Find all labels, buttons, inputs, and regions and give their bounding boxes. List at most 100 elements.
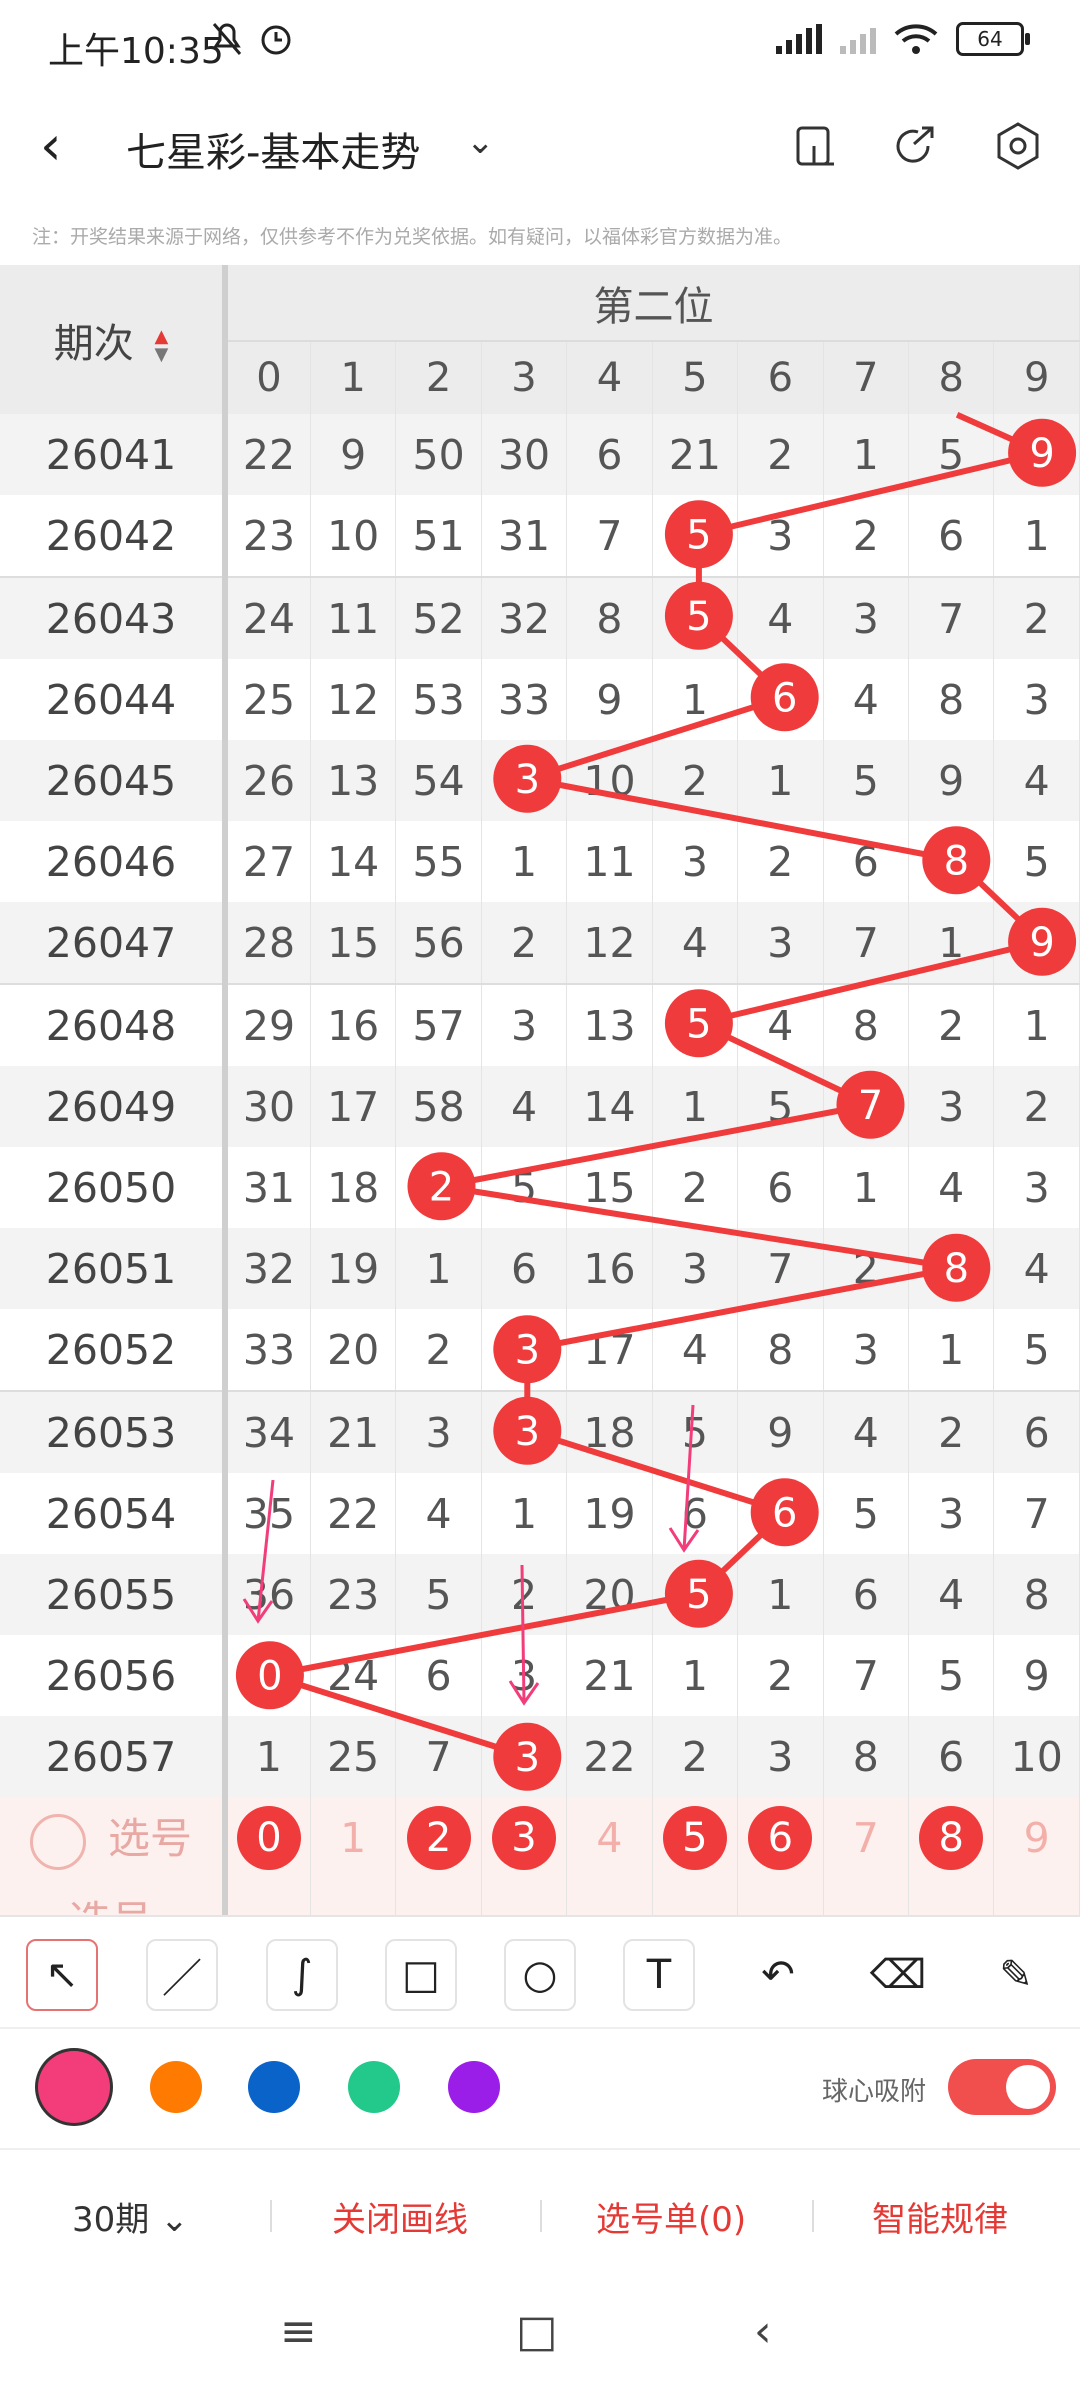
miss-count-cell: 3 (908, 1066, 995, 1147)
select-digit-cell[interactable]: 2 (395, 1797, 482, 1878)
period-cell: 26056 (0, 1635, 228, 1716)
miss-count-cell: 1 (993, 983, 1080, 1066)
share-icon[interactable] (888, 120, 940, 172)
select-digit-cell[interactable] (737, 1878, 824, 1915)
home-icon[interactable]: □ (516, 2306, 558, 2357)
miss-count-cell: 12 (310, 659, 397, 740)
miss-count-cell: 2 (993, 576, 1080, 659)
select-digit-cell[interactable]: 7 (823, 1797, 910, 1878)
chevron-down-icon[interactable]: ⌄ (466, 122, 495, 162)
tool-undo-icon[interactable]: ↶ (742, 1939, 814, 2011)
select-label-text: 选号 (107, 1814, 192, 1864)
pick-list-button[interactable]: 选号单(0) (596, 2192, 746, 2241)
miss-count-cell: 57 (395, 983, 482, 1066)
select-digit-cell[interactable]: 6 (737, 1797, 824, 1878)
tool-freehand-icon[interactable]: ∫ (266, 1939, 338, 2011)
select-digit-cell[interactable] (993, 1878, 1080, 1915)
miss-count-cell: 8 (908, 659, 995, 740)
select-digit-cell[interactable] (566, 1878, 653, 1915)
period-cell: 26049 (0, 1066, 228, 1147)
tool-select-icon[interactable]: ↖ (26, 1939, 98, 2011)
color-swatch[interactable] (448, 2061, 500, 2113)
trend-chart: 期次 ▲ ▼ 第二位 0123456789 26041 22 9 50 30 6 21 2 1 5 9… (0, 265, 1080, 1915)
tool-eraser-icon[interactable]: ⌫ (862, 1939, 934, 2011)
miss-count-cell: 13 (310, 740, 397, 821)
snap-label: 球心吸附 (822, 2077, 927, 2107)
miss-count-cell: 7 (737, 1228, 824, 1309)
miss-count-cell: 7 (908, 576, 995, 659)
select-digit-cell[interactable]: 9 (993, 1797, 1080, 1878)
select-digit-cell[interactable]: 0 (225, 1797, 311, 1878)
miss-count-cell: 9 (993, 1635, 1080, 1716)
table-row: 26042 23 10 51 31 7 5 3 2 6 1 (0, 495, 1080, 577)
select-digit-cell[interactable]: 3 (481, 1797, 568, 1878)
page-title[interactable]: 七星彩-基本走势 (126, 120, 420, 178)
select-label-text-2: 选号 (69, 1897, 153, 1915)
select-digit-cell[interactable] (225, 1878, 311, 1915)
miss-count-cell: 2 (737, 821, 824, 902)
miss-count-cell: 6 (823, 821, 910, 902)
miss-count-cell: 3 (481, 740, 568, 821)
select-digit-cell[interactable]: 4 (566, 1797, 653, 1878)
select-digit-cell[interactable]: 1 (310, 1797, 397, 1878)
miss-count-cell: 34 (225, 1390, 311, 1473)
miss-count-cell: 11 (310, 576, 397, 659)
miss-count-cell: 4 (395, 1473, 482, 1554)
back-arrow-icon[interactable]: ‹ (40, 118, 80, 178)
miss-count-cell: 6 (652, 1473, 739, 1554)
miss-count-cell: 18 (310, 1147, 397, 1228)
miss-count-cell: 15 (310, 902, 397, 984)
miss-count-cell: 2 (652, 740, 739, 821)
split-screen-icon[interactable] (790, 120, 842, 172)
period-header[interactable]: 期次 ▲ ▼ (0, 265, 228, 414)
select-digit-cell[interactable]: 5 (652, 1797, 739, 1878)
smart-pattern-button[interactable]: 智能规律 (872, 2192, 1008, 2241)
period-count-dropdown[interactable]: 30期 ⌄ (72, 2192, 189, 2241)
miss-count-cell: 3 (652, 821, 739, 902)
table-row: 26051 32 19 1 6 16 3 7 2 8 4 (0, 1228, 1080, 1309)
table-row: 26049 30 17 58 4 14 1 5 7 3 2 (0, 1066, 1080, 1147)
settings-icon[interactable] (992, 120, 1044, 172)
color-swatch[interactable] (348, 2061, 400, 2113)
color-swatch[interactable] (248, 2061, 300, 2113)
cell-signal-2-icon (840, 24, 876, 54)
miss-count-cell: 9 (993, 902, 1080, 984)
miss-count-cell: 6 (395, 1635, 482, 1716)
color-swatch[interactable] (150, 2061, 202, 2113)
miss-count-cell: 24 (310, 1635, 397, 1716)
select-digit-cell[interactable] (652, 1878, 739, 1915)
miss-count-cell: 3 (823, 576, 910, 659)
battery-icon: 64 (956, 22, 1030, 56)
snap-toggle[interactable] (948, 2059, 1056, 2115)
tool-rectangle-icon[interactable]: □ (385, 1939, 457, 2011)
miss-count-cell: 52 (395, 576, 482, 659)
miss-count-cell: 31 (481, 495, 568, 577)
back-icon[interactable]: ‹ (754, 2306, 772, 2357)
miss-count-cell: 1 (737, 1554, 824, 1635)
cell-signal-icon (776, 24, 822, 54)
tool-clear-icon[interactable]: ✎ (980, 1939, 1052, 2011)
select-radio-icon[interactable] (29, 1813, 86, 1870)
select-digit-cell[interactable] (481, 1878, 568, 1915)
select-digit-cell[interactable] (395, 1878, 482, 1915)
tool-line-icon[interactable]: ／ (146, 1939, 218, 2011)
miss-count-cell: 2 (737, 414, 824, 495)
tool-text-icon[interactable]: T (623, 1939, 695, 2011)
close-lines-button[interactable]: 关闭画线 (332, 2192, 468, 2241)
system-nav-bar: ≡ □ ‹ (0, 2268, 1080, 2400)
table-row: 26043 24 11 52 32 8 5 4 3 7 2 (0, 576, 1080, 659)
table-row: 26053 34 21 3 3 18 5 9 4 2 6 (0, 1390, 1080, 1473)
miss-count-cell: 4 (652, 1309, 739, 1391)
color-swatch[interactable] (38, 2051, 110, 2123)
period-cell: 26043 (0, 576, 228, 659)
select-digit-cell[interactable] (310, 1878, 397, 1915)
sort-icon[interactable]: ▲ ▼ (154, 327, 168, 364)
menu-icon[interactable]: ≡ (280, 2306, 317, 2357)
tool-circle-icon[interactable]: ○ (504, 1939, 576, 2011)
select-digit-cell[interactable] (823, 1878, 910, 1915)
select-digit-cell[interactable] (908, 1878, 995, 1915)
miss-count-cell: 6 (737, 1147, 824, 1228)
period-header-label: 期次 (53, 320, 134, 367)
miss-count-cell: 32 (481, 576, 568, 659)
select-digit-cell[interactable]: 8 (908, 1797, 995, 1878)
